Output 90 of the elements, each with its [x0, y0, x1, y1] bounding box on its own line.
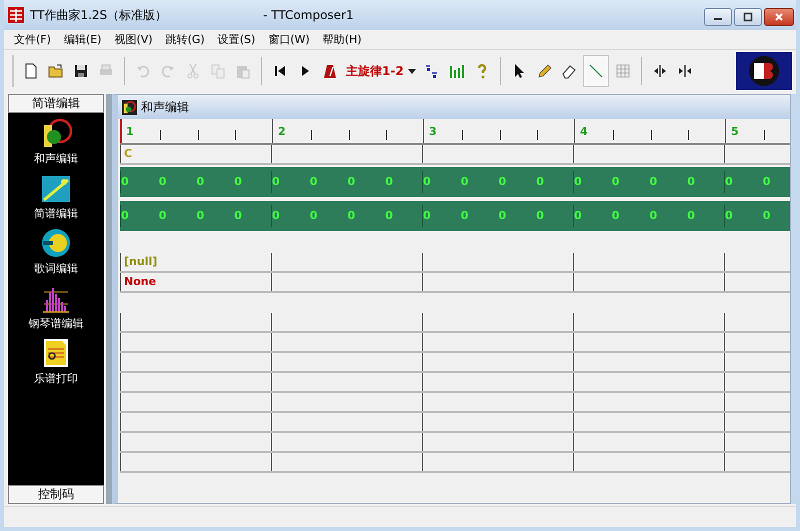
document-title: - TTComposer1 — [263, 8, 354, 22]
sidebar-item[interactable]: 和声编辑 — [34, 117, 78, 166]
beat-value: 0 — [310, 175, 318, 188]
beat-value: 0 — [460, 175, 468, 188]
join-icon — [676, 63, 693, 79]
sidebar-item[interactable]: 钢琴谱编辑 — [28, 282, 84, 331]
measure-number: 5 — [731, 125, 739, 138]
beat-value: 0 — [196, 209, 204, 222]
beat-value: 0 — [650, 175, 658, 188]
beat-value: 0 — [612, 175, 620, 188]
menu-item[interactable]: 窗口(W) — [268, 32, 310, 47]
line-icon — [588, 63, 604, 79]
lyrics-icon — [40, 227, 72, 259]
grid-icon — [614, 63, 631, 79]
menu-item[interactable]: 文件(F) — [14, 32, 51, 47]
copy-icon — [210, 63, 226, 79]
beat-value: 0 — [762, 209, 770, 222]
sidebar-footer[interactable]: 控制码 — [8, 485, 104, 504]
measure-number: 1 — [126, 125, 134, 138]
beat-value: 0 — [574, 209, 582, 222]
beat-value: 0 — [158, 209, 166, 222]
beat-value: 0 — [460, 209, 468, 222]
bar-chart-icon — [448, 63, 465, 79]
beat-value: 0 — [310, 209, 318, 222]
caret-icon — [408, 68, 416, 74]
scissors-icon — [185, 63, 201, 79]
skip-back-icon — [272, 63, 288, 79]
redo-icon — [160, 63, 176, 79]
sidebar-item[interactable]: 简谱编辑 — [34, 172, 78, 221]
beat-value: 0 — [687, 209, 695, 222]
logo-icon — [736, 52, 792, 90]
line-button[interactable] — [582, 55, 609, 87]
track-dropdown[interactable]: 主旋律1-2 — [344, 62, 418, 80]
beat-value: 0 — [423, 175, 431, 188]
chord-label: C — [124, 147, 132, 160]
beat-value: 0 — [536, 209, 544, 222]
beat-value: 0 — [498, 209, 506, 222]
minimize-button[interactable] — [704, 8, 732, 26]
undo-icon — [135, 63, 151, 79]
beat-value: 0 — [725, 209, 733, 222]
metronome-icon — [322, 63, 338, 79]
menu-item[interactable]: 跳转(G) — [166, 32, 205, 47]
maximize-icon — [743, 12, 753, 22]
beat-value: 0 — [536, 175, 544, 188]
beat-value: 0 — [121, 175, 129, 188]
lyric-label: [null] — [124, 255, 158, 268]
beat-value: 0 — [121, 209, 129, 222]
beat-value: 0 — [158, 175, 166, 188]
beat-value: 0 — [385, 175, 393, 188]
instrument-label: None — [124, 275, 156, 288]
beat-value: 0 — [234, 175, 242, 188]
beat-value: 0 — [574, 175, 582, 188]
menu-item[interactable]: 帮助(H) — [322, 32, 362, 47]
beat-value: 0 — [272, 209, 280, 222]
app-icon — [8, 7, 24, 23]
menu-item[interactable]: 设置(S) — [218, 32, 256, 47]
beat-value: 0 — [196, 175, 204, 188]
notes-icon — [424, 63, 440, 79]
beat-value: 0 — [348, 175, 356, 188]
beat-value: 0 — [234, 209, 242, 222]
beat-value: 0 — [498, 175, 506, 188]
beat-value: 0 — [725, 175, 733, 188]
split-icon — [652, 63, 668, 79]
sidebar-item[interactable]: 乐谱打印 — [34, 337, 78, 386]
beat-value: 0 — [650, 209, 658, 222]
beat-value: 0 — [272, 175, 280, 188]
eraser-icon — [560, 63, 577, 79]
folder-icon — [48, 63, 64, 79]
beat-value: 0 — [762, 175, 770, 188]
measure-number: 2 — [278, 125, 286, 138]
measure-number: 4 — [580, 125, 588, 138]
beat-value: 0 — [612, 209, 620, 222]
beat-value: 0 — [423, 209, 431, 222]
close-icon — [774, 12, 784, 22]
beat-value: 0 — [385, 209, 393, 222]
window-title: TT作曲家1.2S（标准版） — [30, 6, 168, 24]
menu-item[interactable]: 编辑(E) — [64, 32, 102, 47]
measure-number: 3 — [429, 125, 437, 138]
close-button[interactable] — [764, 8, 794, 26]
menu-item[interactable]: 视图(V) — [114, 32, 153, 47]
pencil-icon — [536, 63, 552, 79]
document-icon — [23, 63, 39, 79]
sidebar-item[interactable]: 歌词编辑 — [34, 227, 78, 276]
harmony-icon — [122, 100, 137, 114]
beat-value: 0 — [348, 209, 356, 222]
maximize-button[interactable] — [734, 8, 762, 26]
sidebar-header[interactable]: 简谱编辑 — [8, 94, 104, 113]
panel-title: 和声编辑 — [141, 98, 189, 116]
beat-value: 0 — [687, 175, 695, 188]
clipboard-icon — [235, 63, 251, 79]
